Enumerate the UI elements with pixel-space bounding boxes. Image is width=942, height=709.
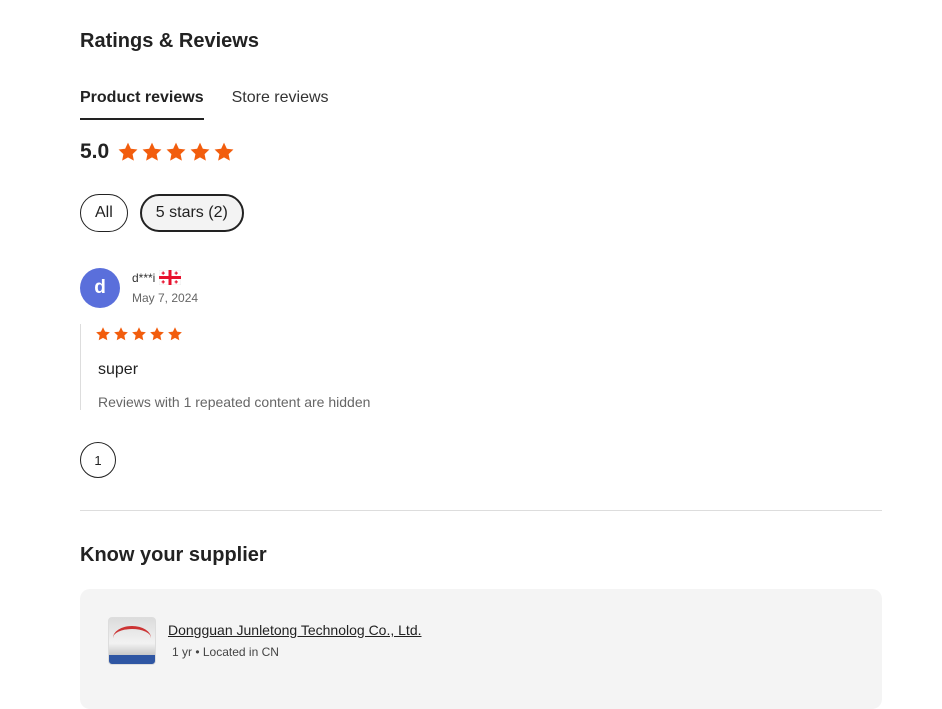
- georgia-flag-icon: [159, 269, 182, 286]
- star-icon: [165, 141, 187, 163]
- average-rating: 5.0: [80, 140, 235, 164]
- review-tabs: Product reviews Store reviews: [80, 88, 329, 120]
- star-icon: [113, 326, 129, 342]
- ratings-reviews-title: Ratings & Reviews: [80, 30, 259, 52]
- tab-product-reviews[interactable]: Product reviews: [80, 88, 204, 120]
- star-icon: [131, 326, 147, 342]
- supplier-logo-image[interactable]: [108, 617, 156, 665]
- star-icon: [95, 326, 111, 342]
- star-icon: [213, 141, 235, 163]
- average-score: 5.0: [80, 140, 110, 163]
- star-icon: [189, 141, 211, 163]
- star-icon: [141, 141, 163, 163]
- supplier-section-title: Know your supplier: [80, 544, 267, 566]
- review-stars: [95, 326, 183, 342]
- section-divider: [80, 510, 882, 511]
- star-icon: [117, 141, 139, 163]
- supplier-name-link[interactable]: Dongguan Junletong Technolog Co., Ltd.: [168, 622, 422, 638]
- tab-store-reviews[interactable]: Store reviews: [232, 88, 329, 120]
- supplier-card: Dongguan Junletong Technolog Co., Ltd. 1…: [80, 589, 882, 709]
- review-date: May 7, 2024: [132, 291, 199, 305]
- hidden-reviews-note: Reviews with 1 repeated content are hidd…: [98, 394, 371, 410]
- reviewer-info: d***i: [132, 269, 182, 286]
- rating-filters: All 5 stars (2): [80, 194, 244, 232]
- filter-5-stars-button[interactable]: 5 stars (2): [139, 194, 244, 232]
- filter-all-button[interactable]: All: [80, 194, 128, 232]
- avatar: d: [80, 268, 120, 308]
- reviewer-name: d***i: [132, 270, 156, 285]
- pagination-page-1[interactable]: 1: [80, 442, 116, 478]
- review-text: super: [98, 361, 139, 378]
- supplier-meta: 1 yr • Located in CN: [172, 645, 279, 659]
- review-body: super Reviews with 1 repeated content ar…: [80, 324, 697, 410]
- average-stars: [117, 141, 235, 163]
- star-icon: [149, 326, 165, 342]
- star-icon: [167, 326, 183, 342]
